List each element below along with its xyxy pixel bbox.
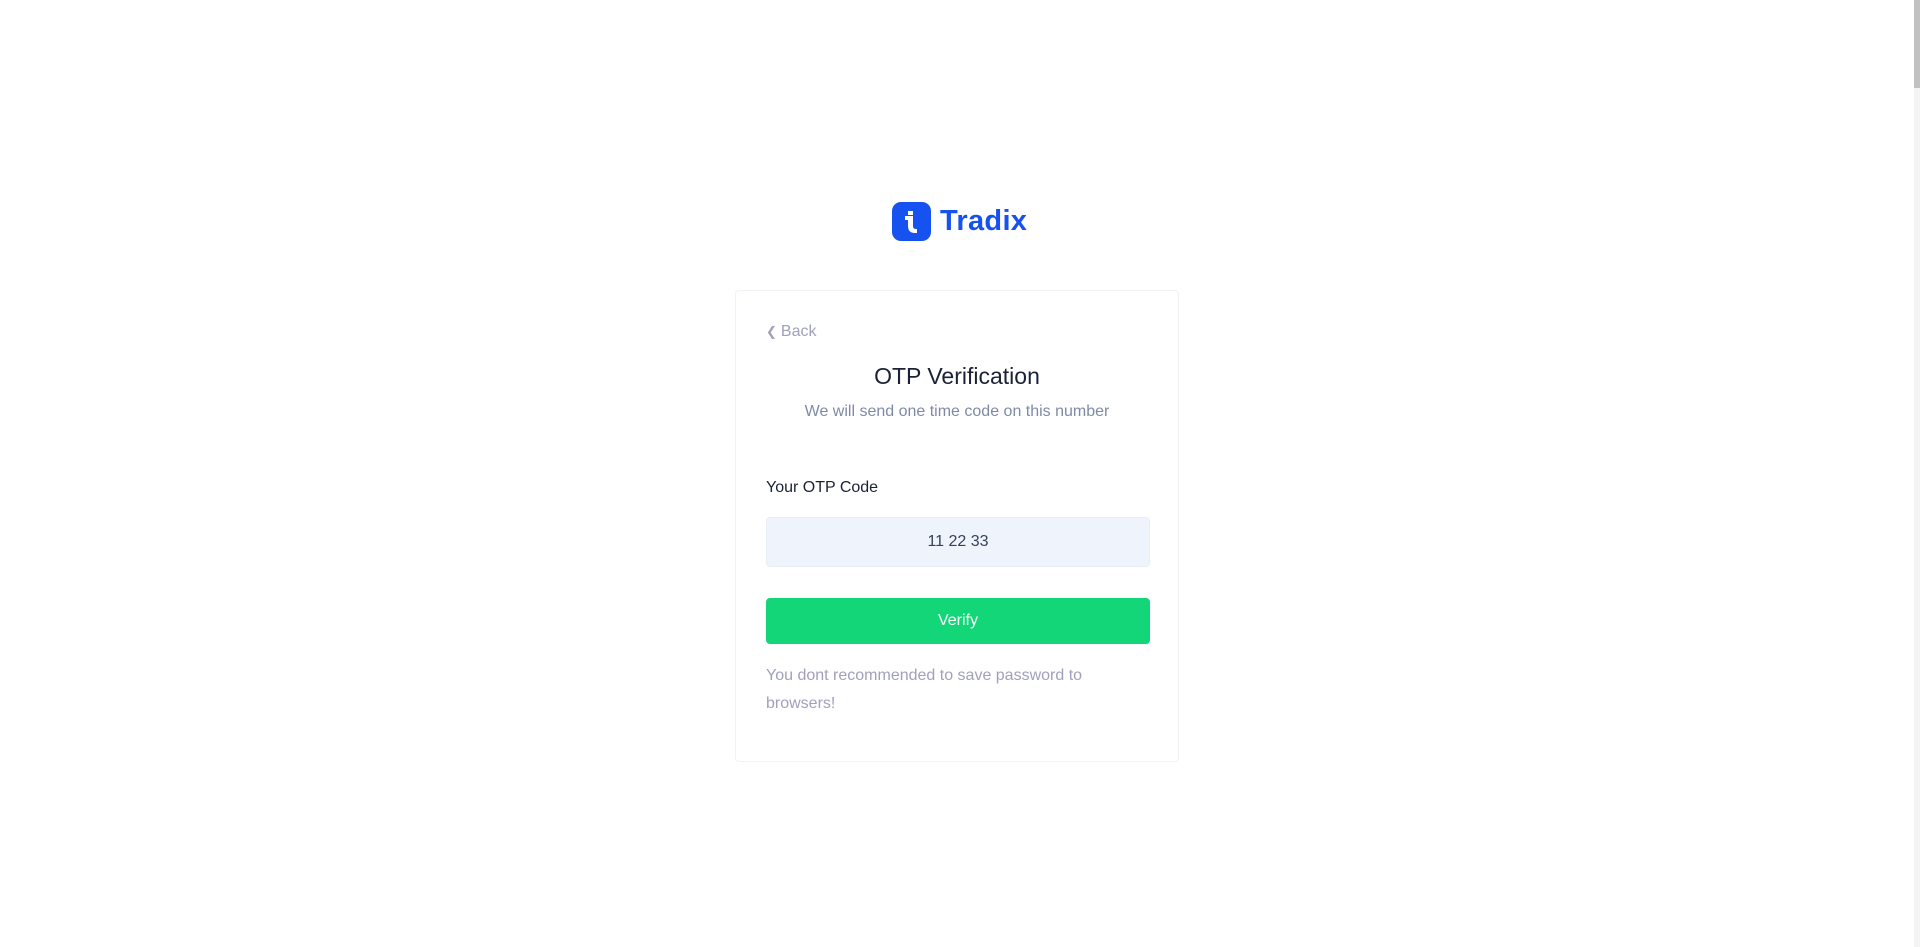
page-title: OTP Verification <box>874 363 1040 389</box>
brand-logo[interactable]: Tradix <box>892 202 1027 241</box>
page-subtitle: We will send one time code on this numbe… <box>804 403 1110 420</box>
verify-button[interactable]: Verify <box>766 598 1150 644</box>
chevron-left-icon: ❮ <box>766 324 777 339</box>
otp-field-label: Your OTP Code <box>766 479 879 496</box>
otp-input[interactable] <box>766 517 1150 567</box>
password-note: You dont recommended to save password to… <box>766 667 1083 712</box>
otp-card: ❮ Back OTP Verification We will send one… <box>735 290 1179 762</box>
back-link[interactable]: ❮ Back <box>766 323 816 341</box>
page: Tradix ❮ Back OTP Verification We will s… <box>0 0 1920 947</box>
scrollbar-thumb[interactable] <box>1914 0 1920 88</box>
brand-name: Tradix <box>940 205 1028 237</box>
tradix-logo-icon <box>892 202 931 241</box>
back-label: Back <box>780 323 817 340</box>
scrollbar-track[interactable] <box>1914 0 1920 947</box>
